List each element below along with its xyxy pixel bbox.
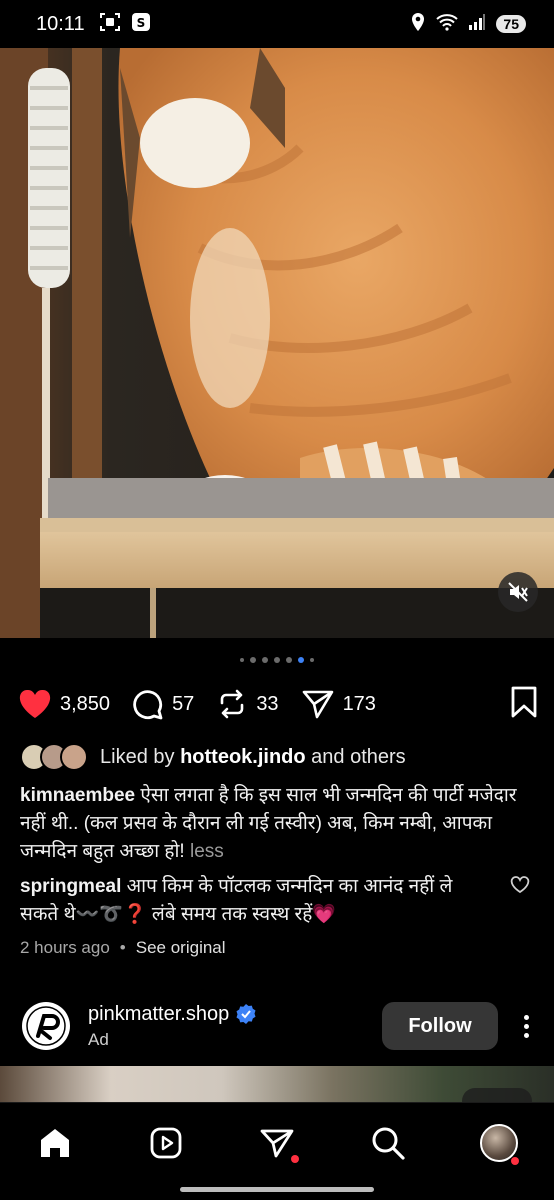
comment-icon (133, 690, 163, 720)
nav-direct[interactable] (247, 1121, 307, 1165)
nav-profile[interactable] (469, 1121, 529, 1165)
ad-media-preview[interactable] (0, 1066, 554, 1106)
ad-avatar[interactable] (22, 1002, 70, 1050)
carousel-dot (240, 658, 244, 662)
heart-filled-icon (19, 689, 51, 718)
verified-badge-icon (236, 1004, 256, 1024)
nav-search[interactable] (358, 1121, 418, 1165)
comment-like-button[interactable] (510, 876, 530, 899)
meta-separator: • (119, 938, 126, 957)
ad-post-header: pinkmatter.shop Ad Follow (22, 998, 536, 1054)
liked-by-user[interactable]: hotteok.jindo (180, 746, 306, 768)
comment-username[interactable]: springmeal (20, 876, 121, 897)
direct-messages-icon (260, 1129, 294, 1158)
follow-button[interactable]: Follow (382, 1002, 498, 1050)
repost-icon (221, 689, 244, 719)
caption-less-link[interactable]: less (190, 841, 224, 862)
reels-icon (150, 1127, 182, 1159)
cat-photo-illustration (0, 48, 554, 638)
share-count: 173 (342, 692, 376, 715)
notification-dot (510, 1157, 519, 1165)
like-count: 3,850 (60, 692, 111, 715)
status-time: 10:11 (36, 12, 85, 35)
caption-username[interactable]: kimnaembee (20, 785, 135, 806)
home-icon (41, 1129, 70, 1157)
search-icon (372, 1127, 405, 1160)
repost-button[interactable]: 33 (216, 688, 279, 720)
more-dot (523, 1014, 529, 1020)
bookmark-icon (511, 686, 537, 717)
liked-by-row[interactable]: Liked by hotteok.jindo and others (20, 743, 406, 771)
post-time: 2 hours ago (20, 938, 110, 957)
speaker-muted-icon (508, 582, 528, 602)
liked-by-text: Liked by hotteok.jindo and others (100, 746, 406, 769)
wifi-icon (436, 13, 459, 36)
save-button[interactable] (510, 686, 538, 723)
more-options-button[interactable] (516, 1014, 536, 1038)
post-image[interactable] (0, 48, 554, 638)
app-notification-icon: S (131, 12, 151, 37)
like-button[interactable]: 3,850 (18, 689, 110, 719)
comment-button[interactable]: 57 (132, 688, 194, 720)
profile-avatar (479, 1124, 518, 1162)
ad-label: Ad (88, 1029, 109, 1049)
share-button[interactable]: 173 (301, 688, 376, 720)
more-dot (523, 1032, 529, 1038)
carousel-dot (250, 657, 256, 663)
heart-outline-icon (510, 876, 530, 894)
liked-by-suffix: and others (311, 745, 406, 768)
liker-avatars (20, 743, 88, 771)
carousel-dot-active (298, 657, 304, 663)
pinkmatter-logo-icon (26, 1006, 66, 1046)
carousel-dot (262, 657, 268, 663)
carousel-dot (310, 658, 314, 662)
mute-button[interactable] (498, 572, 538, 612)
carousel-dot (286, 657, 292, 663)
nav-reels[interactable] (136, 1121, 196, 1165)
carousel-indicator (0, 657, 554, 663)
screenshot-icon (99, 12, 121, 37)
top-comment: springmeal आप किम के पॉटलक जन्मदिन का आन… (20, 873, 490, 929)
svg-text:S: S (136, 16, 145, 30)
home-indicator[interactable] (180, 1187, 374, 1192)
battery-indicator: 75 (496, 15, 526, 33)
signal-icon (468, 13, 486, 36)
nav-home[interactable] (25, 1121, 85, 1165)
comment-count: 57 (172, 692, 195, 715)
post-meta: 2 hours ago • See original (20, 938, 226, 958)
carousel-dot (274, 657, 280, 663)
see-original-link[interactable]: See original (136, 938, 226, 958)
notification-dot (290, 1155, 299, 1163)
bottom-navigation (0, 1102, 554, 1200)
more-dot (523, 1023, 529, 1029)
share-paper-plane-icon (302, 690, 333, 719)
post-actions: 3,850 57 33 173 (18, 684, 538, 724)
liked-by-prefix: Liked by (100, 745, 175, 768)
location-icon (410, 12, 426, 37)
liker-avatar (60, 743, 88, 771)
status-bar: 10:11 S 75 (0, 0, 554, 48)
post-caption: kimnaembee ऐसा लगता है कि इस साल भी जन्म… (20, 782, 520, 866)
ad-account-name[interactable]: pinkmatter.shop (88, 1003, 229, 1026)
repost-count: 33 (256, 692, 279, 715)
